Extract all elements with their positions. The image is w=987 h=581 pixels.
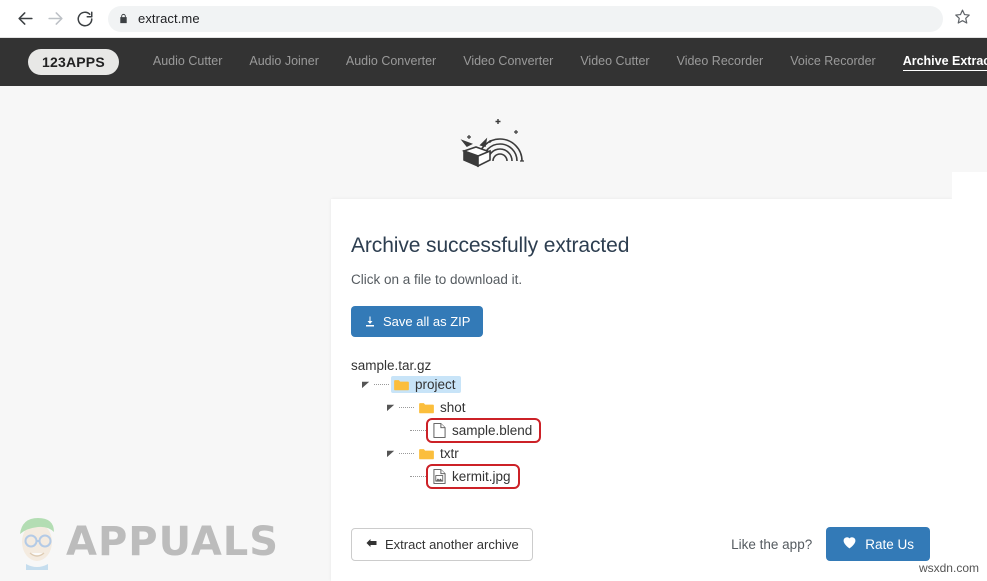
tree-node-label: txtr — [440, 446, 459, 461]
like-the-app-label: Like the app? — [731, 537, 812, 552]
tree-connector — [399, 453, 414, 454]
lock-icon — [118, 12, 129, 25]
site-navigation: 123APPS Audio Cutter Audio Joiner Audio … — [0, 38, 987, 86]
extract-another-archive-button[interactable]: Extract another archive — [351, 528, 533, 561]
tree-connector — [399, 407, 414, 408]
tree-row[interactable]: kermit.jpg — [351, 465, 930, 488]
tree-root-label: sample.tar.gz — [351, 358, 930, 373]
chevron-down-icon[interactable] — [385, 401, 398, 414]
arrow-right-icon — [46, 9, 65, 28]
appuals-watermark: APPUALS — [8, 508, 279, 575]
download-icon — [364, 315, 376, 328]
tree-row[interactable]: shot — [351, 396, 930, 419]
tree-row[interactable]: sample.blend — [351, 419, 930, 442]
folder-icon — [419, 402, 434, 414]
folder-icon — [394, 379, 409, 391]
hero-illustration — [0, 113, 987, 174]
folder-icon — [419, 448, 434, 460]
nav-item-audio-cutter[interactable]: Audio Cutter — [153, 54, 222, 70]
address-bar[interactable]: extract.me — [108, 6, 943, 32]
rate-section: Like the app? Rate Us — [731, 527, 930, 561]
arrow-left-icon — [16, 9, 35, 28]
screenshot-root: extract.me 123APPS Audio Cutter Audio Jo… — [0, 0, 987, 581]
tree-connector — [410, 430, 428, 431]
tree-connector — [410, 476, 428, 477]
file-tree: sample.tar.gz project — [351, 358, 930, 488]
chevron-down-icon[interactable] — [360, 378, 373, 391]
rate-us-button[interactable]: Rate Us — [826, 527, 930, 561]
rate-us-label: Rate Us — [865, 537, 914, 552]
tree-node-label: project — [415, 377, 456, 392]
tree-node-txtr[interactable]: txtr — [416, 445, 464, 462]
page-body: Archive successfully extracted Click on … — [0, 86, 987, 581]
extract-another-archive-label: Extract another archive — [385, 537, 519, 552]
tree-row[interactable]: txtr — [351, 442, 930, 465]
appuals-mascot-icon — [8, 508, 66, 575]
site-logo[interactable]: 123APPS — [28, 49, 119, 75]
box-rainbow-icon — [454, 113, 534, 174]
right-page-strip — [952, 172, 987, 581]
nav-item-audio-joiner[interactable]: Audio Joiner — [249, 54, 319, 70]
nav-item-video-recorder[interactable]: Video Recorder — [677, 54, 764, 70]
nav-item-audio-converter[interactable]: Audio Converter — [346, 54, 436, 70]
tree-node-sample-blend[interactable]: sample.blend — [430, 422, 537, 439]
browser-toolbar: extract.me — [0, 0, 987, 38]
file-icon — [433, 423, 446, 438]
chevron-down-icon[interactable] — [385, 447, 398, 460]
tree-node-label: shot — [440, 400, 466, 415]
forward-button[interactable] — [40, 4, 70, 34]
reload-button[interactable] — [70, 4, 100, 34]
url-text: extract.me — [138, 11, 200, 26]
image-file-icon — [433, 469, 446, 484]
save-all-as-zip-label: Save all as ZIP — [383, 314, 470, 329]
arrow-left-icon — [365, 537, 378, 552]
result-card: Archive successfully extracted Click on … — [331, 199, 952, 581]
nav-items: Audio Cutter Audio Joiner Audio Converte… — [153, 54, 987, 71]
reload-icon — [76, 10, 94, 28]
tree-row[interactable]: project — [351, 373, 930, 396]
tree-node-kermit-jpg[interactable]: kermit.jpg — [430, 468, 516, 485]
nav-item-archive-extractor[interactable]: Archive Extractor — [903, 54, 987, 71]
tree-node-shot[interactable]: shot — [416, 399, 471, 416]
heart-icon — [842, 536, 857, 552]
page-title: Archive successfully extracted — [351, 234, 930, 258]
tree-node-project[interactable]: project — [391, 376, 461, 393]
card-subtitle: Click on a file to download it. — [351, 272, 930, 287]
tree-node-label: sample.blend — [452, 423, 532, 438]
nav-item-video-cutter[interactable]: Video Cutter — [580, 54, 649, 70]
card-footer: Extract another archive Like the app? Ra… — [331, 507, 952, 581]
tree-connector — [374, 384, 389, 385]
nav-item-video-converter[interactable]: Video Converter — [463, 54, 553, 70]
back-button[interactable] — [10, 4, 40, 34]
appuals-watermark-text: APPUALS — [66, 519, 279, 565]
wsxdn-watermark: wsxdn.com — [919, 561, 979, 575]
nav-item-voice-recorder[interactable]: Voice Recorder — [790, 54, 875, 70]
bookmark-button[interactable] — [947, 4, 977, 34]
star-icon — [954, 8, 971, 30]
save-all-as-zip-button[interactable]: Save all as ZIP — [351, 306, 483, 337]
tree-node-label: kermit.jpg — [452, 469, 511, 484]
card-content: Archive successfully extracted Click on … — [331, 199, 952, 488]
